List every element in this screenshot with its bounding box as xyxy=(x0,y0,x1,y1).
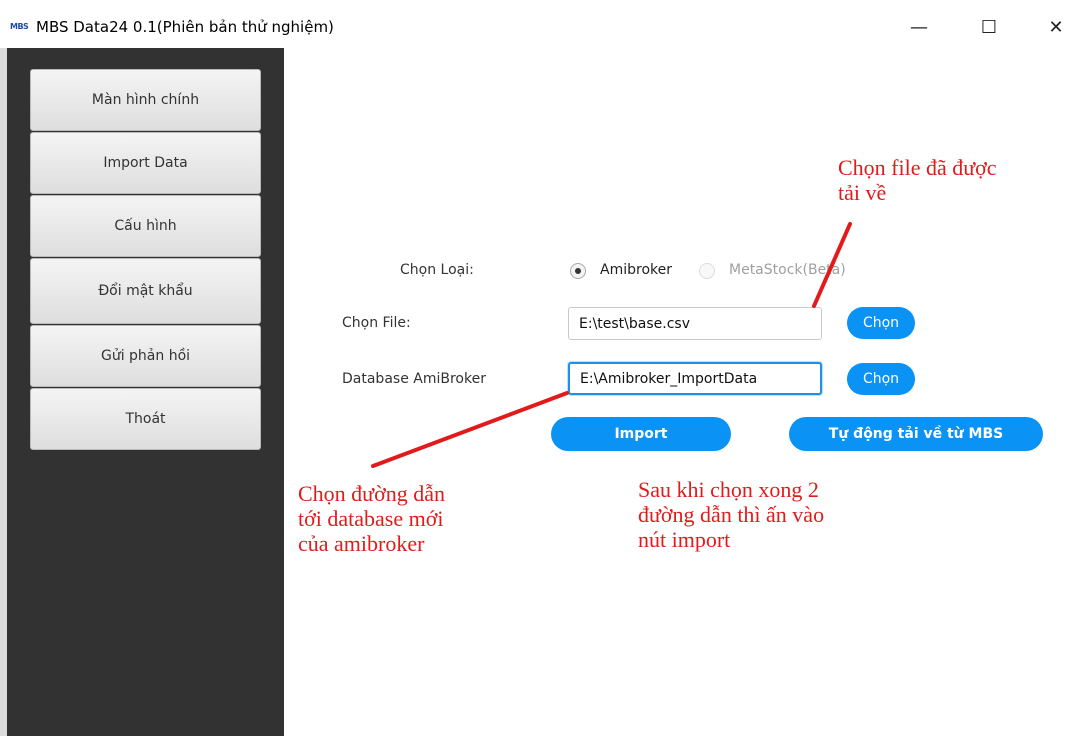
import-button[interactable]: Import xyxy=(551,417,731,451)
sidebar-item-change-password[interactable]: Đổi mật khẩu xyxy=(30,258,261,324)
annotation-choose-file: Chọn file đã được tải về xyxy=(838,155,997,205)
minimize-icon: — xyxy=(910,16,928,38)
sidebar-item-label: Màn hình chính xyxy=(91,92,200,108)
window-title: MBS Data24 0.1(Phiên bản thử nghiệm) xyxy=(36,18,334,36)
annotation-choose-database: Chọn đường dẫn tới database mới của amib… xyxy=(298,481,445,556)
file-path-input[interactable] xyxy=(568,307,822,340)
sidebar-item-import-data[interactable]: Import Data xyxy=(30,132,261,194)
choose-file-button[interactable]: Chọn xyxy=(847,307,915,339)
sidebar-item-label: Import Data xyxy=(103,155,188,171)
file-label: Chọn File: xyxy=(342,315,411,331)
minimize-button[interactable]: — xyxy=(896,12,942,42)
type-label: Chọn Loại: xyxy=(400,262,474,278)
amibroker-radio-label[interactable]: Amibroker xyxy=(600,262,672,278)
arrow-to-database-input xyxy=(371,391,569,468)
sidebar-item-feedback[interactable]: Gửi phản hồi xyxy=(30,325,261,387)
metastock-radio-label[interactable]: MetaStock(Beta) xyxy=(729,262,846,278)
sidebar-item-main-screen[interactable]: Màn hình chính xyxy=(30,69,261,131)
app-logo: MBS xyxy=(10,22,29,31)
database-path-input[interactable] xyxy=(568,362,822,395)
sidebar-item-settings[interactable]: Cấu hình xyxy=(30,195,261,257)
metastock-radio[interactable] xyxy=(699,263,715,279)
sidebar-item-label: Cấu hình xyxy=(114,218,177,234)
sidebar-item-label: Gửi phản hồi xyxy=(100,348,191,364)
annotation-after-choose: Sau khi chọn xong 2 đường dẫn thì ấn vào… xyxy=(638,477,825,552)
maximize-icon: ☐ xyxy=(980,16,998,38)
close-button[interactable]: ✕ xyxy=(1033,12,1079,42)
amibroker-radio[interactable] xyxy=(570,263,586,279)
maximize-button[interactable]: ☐ xyxy=(966,12,1012,42)
database-label: Database AmiBroker xyxy=(342,371,486,387)
sidebar-item-label: Đổi mật khẩu xyxy=(98,283,193,299)
sidebar-item-label: Thoát xyxy=(125,411,166,427)
title-bar: MBS MBS Data24 0.1(Phiên bản thử nghiệm)… xyxy=(0,0,1079,48)
sidebar-item-exit[interactable]: Thoát xyxy=(30,388,261,450)
auto-download-button[interactable]: Tự động tải về từ MBS xyxy=(789,417,1043,451)
close-icon: ✕ xyxy=(1048,16,1064,38)
choose-database-button[interactable]: Chọn xyxy=(847,363,915,395)
